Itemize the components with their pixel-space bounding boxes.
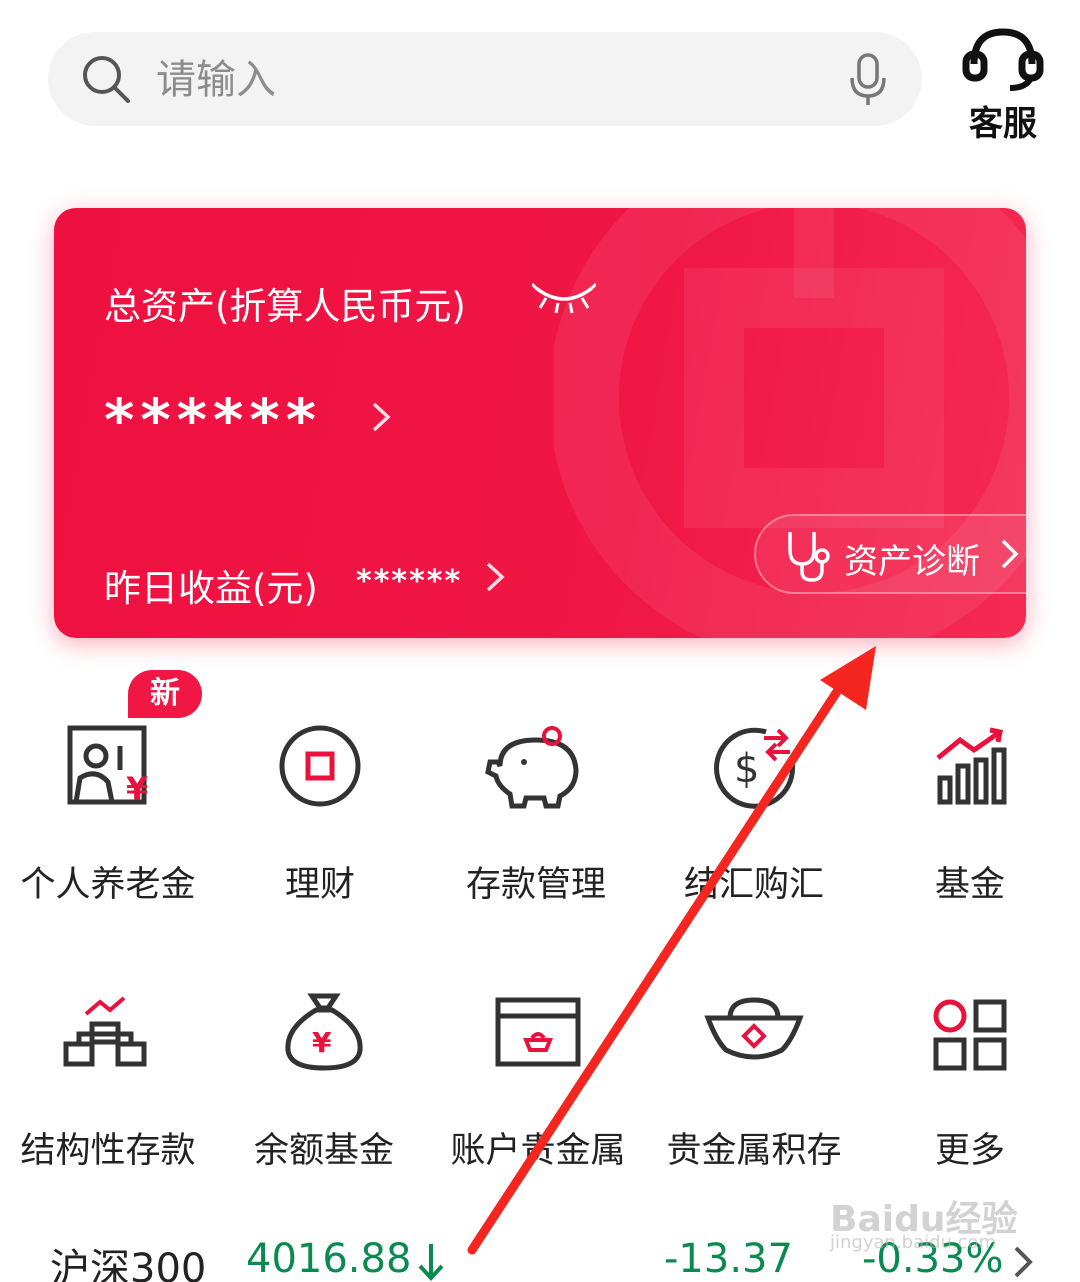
- asset-diagnosis-button[interactable]: 资产诊断: [754, 514, 1026, 594]
- asset-diagnosis-label: 资产诊断: [844, 542, 980, 582]
- watermark-url: jingyan.baidu.com: [830, 1232, 997, 1253]
- grid-item-pension[interactable]: 新 ¥ 个人养老金: [0, 670, 216, 922]
- customer-service-label: 客服: [969, 104, 1037, 144]
- svg-text:¥: ¥: [126, 770, 148, 808]
- grid-label: 结构性存款: [20, 1131, 196, 1171]
- precious-metal-account-icon: [495, 997, 581, 1067]
- grid-item-more[interactable]: 更多: [862, 988, 1078, 1188]
- svg-text:$: $: [734, 746, 759, 792]
- index-name: 沪深300: [50, 1246, 207, 1282]
- money-bag-icon: ¥: [285, 993, 363, 1071]
- structured-deposit-icon: [63, 996, 147, 1067]
- chevron-right-icon[interactable]: [370, 400, 394, 434]
- chevron-right-icon[interactable]: [484, 560, 508, 594]
- chevron-right-icon: [1001, 539, 1019, 569]
- yesterday-income-masked-value[interactable]: ******: [356, 564, 462, 599]
- microphone-icon[interactable]: [848, 52, 888, 108]
- total-assets-masked-value[interactable]: ******: [104, 386, 322, 454]
- stethoscope-icon: [788, 532, 830, 582]
- piggy-bank-icon: [485, 726, 579, 809]
- grid-item-currency-exchange[interactable]: $ 结汇购汇: [646, 722, 862, 922]
- customer-service-button[interactable]: 客服: [960, 24, 1046, 144]
- grid-label: 存款管理: [465, 865, 606, 905]
- svg-text:¥: ¥: [312, 1026, 332, 1059]
- grid-label: 基金: [934, 865, 1005, 905]
- search-icon: [83, 56, 130, 103]
- grid-label: 结汇购汇: [683, 865, 824, 905]
- grid-item-balance-fund[interactable]: ¥ 余额基金: [216, 988, 432, 1188]
- index-value: 4016.88: [246, 1236, 412, 1282]
- index-change: -13.37: [664, 1236, 793, 1282]
- grid-item-fund[interactable]: 基金: [862, 722, 1078, 922]
- currency-exchange-icon: $: [714, 727, 795, 809]
- total-assets-label: 总资产(折算人民币元): [104, 285, 466, 328]
- grid-label: 个人养老金: [20, 865, 196, 905]
- home-screen: 客服 总资产(折算人民币元) ****** 昨日收益(元) ******: [0, 0, 1080, 1282]
- asset-card[interactable]: 总资产(折算人民币元) ****** 昨日收益(元) ****** 资产诊断: [54, 208, 1026, 638]
- chevron-right-icon[interactable]: [1012, 1244, 1036, 1280]
- pension-icon: ¥: [67, 725, 148, 808]
- grid-item-wealth[interactable]: 理财: [212, 722, 428, 922]
- eye-closed-icon[interactable]: [532, 280, 596, 314]
- fund-chart-icon: [936, 727, 1007, 805]
- grid-label: 理财: [284, 865, 355, 905]
- grid-label: 更多: [934, 1131, 1005, 1171]
- grid-item-precious-metal-savings[interactable]: 贵金属积存: [646, 988, 862, 1188]
- grid-item-deposit-management[interactable]: 存款管理: [428, 722, 644, 922]
- search-input[interactable]: [156, 52, 816, 108]
- grid-label: 余额基金: [253, 1131, 394, 1171]
- gold-ingot-icon: [704, 997, 804, 1060]
- grid-label: 账户贵金属: [450, 1131, 626, 1171]
- new-badge: 新: [128, 670, 202, 718]
- grid-label: 贵金属积存: [666, 1131, 842, 1171]
- more-apps-icon: [933, 999, 1007, 1071]
- grid-item-account-precious-metal[interactable]: 账户贵金属: [430, 988, 646, 1188]
- yesterday-income-label: 昨日收益(元): [104, 567, 318, 610]
- arrow-down-icon: [418, 1244, 444, 1281]
- grid-item-structured-deposit[interactable]: 结构性存款: [0, 988, 216, 1188]
- headset-icon: [962, 28, 1044, 91]
- wealth-icon: [279, 725, 361, 807]
